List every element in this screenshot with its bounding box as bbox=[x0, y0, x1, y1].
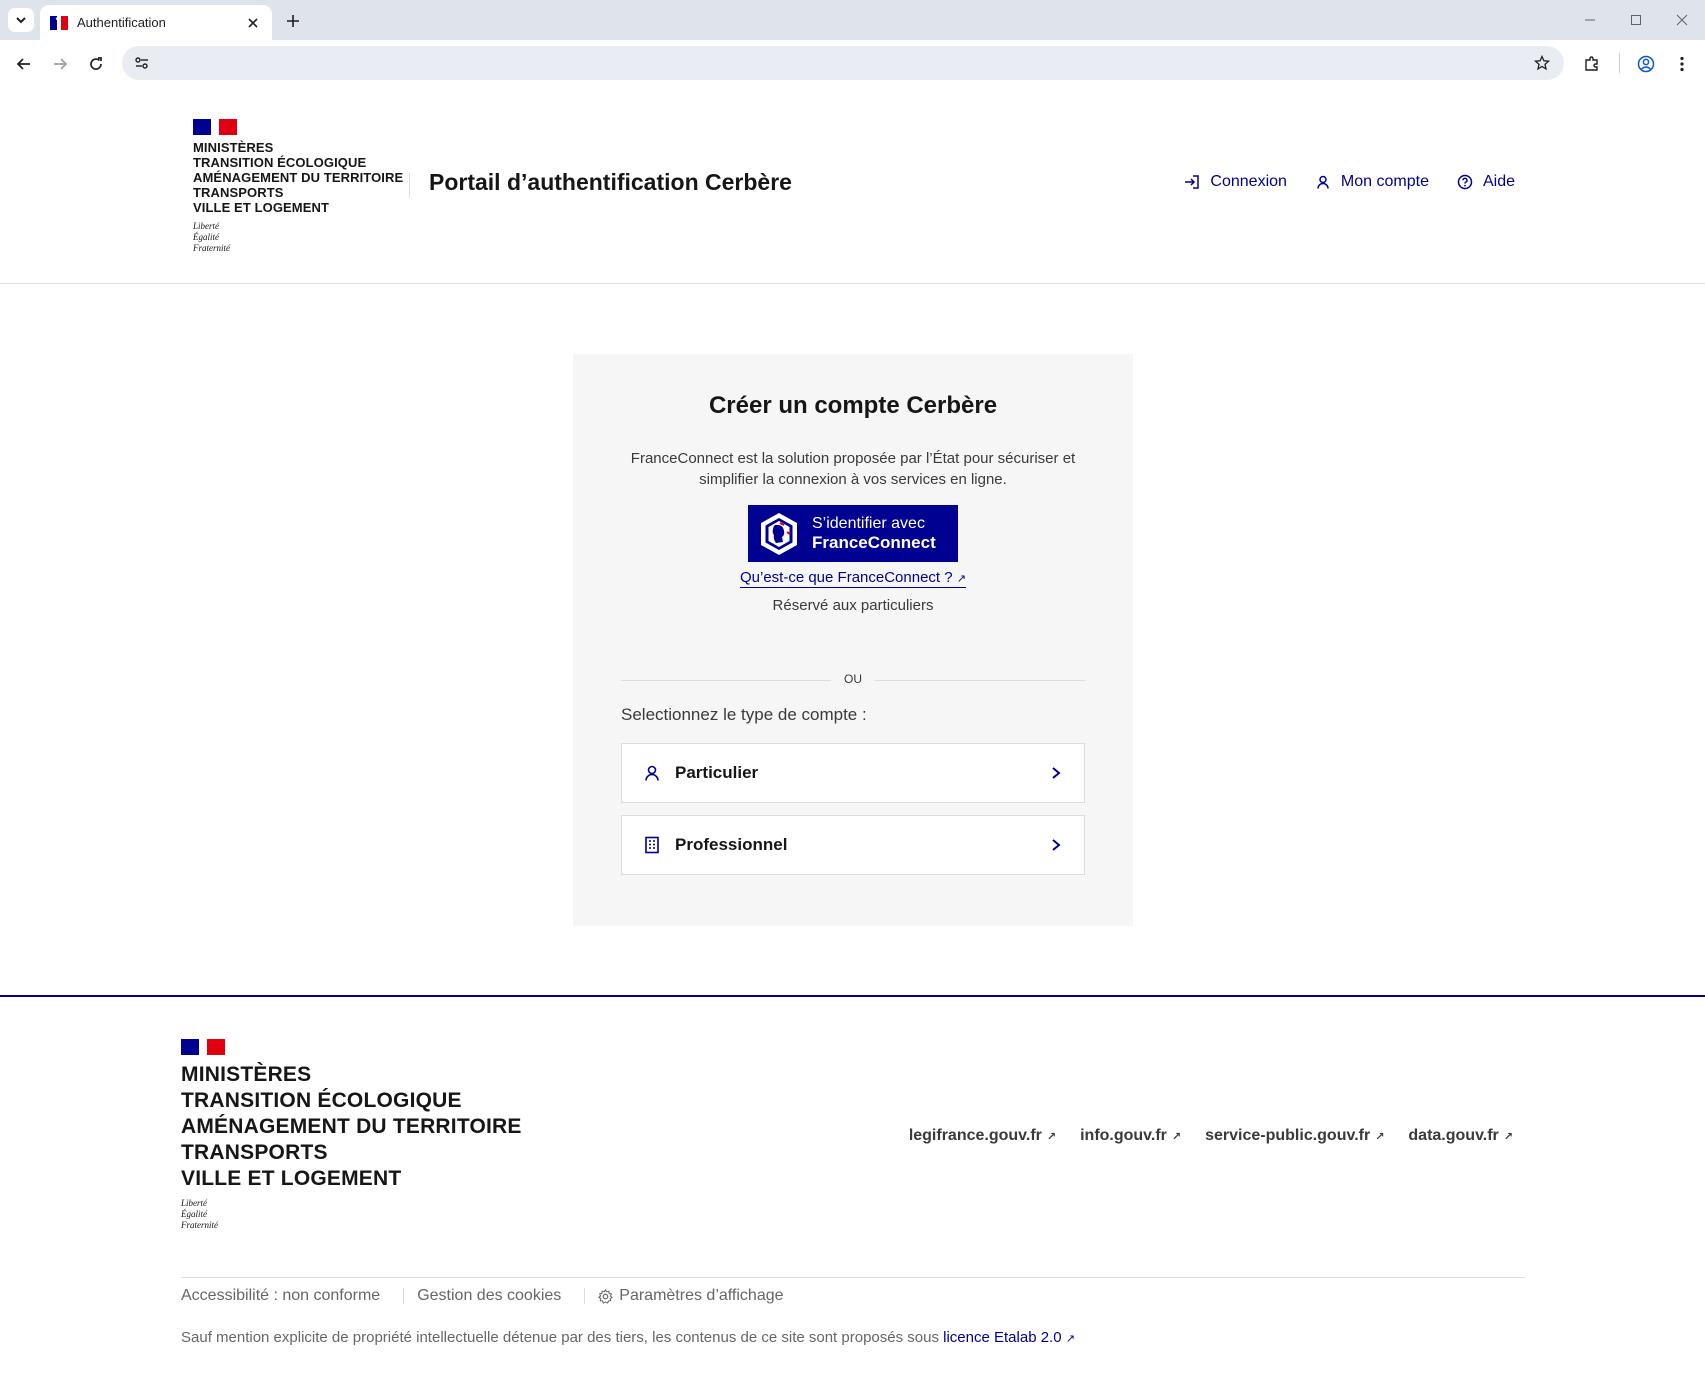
franceconnect-logo-icon bbox=[761, 512, 797, 555]
footer-institutional-links: legifrance.gouv.fr ↗ info.gouv.fr ↗ servic… bbox=[909, 1127, 1513, 1145]
footer-devise: Liberté Égalité Fraternité bbox=[181, 1198, 218, 1230]
arrow-right-icon bbox=[54, 58, 68, 70]
close-window-button[interactable] bbox=[1659, 0, 1705, 40]
aide-link[interactable]: Aide bbox=[1457, 173, 1515, 191]
maximize-button[interactable] bbox=[1613, 0, 1659, 40]
account-type-professionnel[interactable]: Professionnel bbox=[621, 815, 1085, 875]
footer-ministry-name: MINISTÈRES TRANSITION ÉCOLOGIQUE AMÉNAGE… bbox=[181, 1063, 522, 1190]
browser-tab-active[interactable]: Authentification bbox=[40, 5, 272, 40]
header-quick-links: Connexion Mon compte Aide bbox=[1184, 173, 1515, 191]
login-icon bbox=[1185, 175, 1200, 189]
external-link-icon: ↗ bbox=[1375, 1130, 1385, 1143]
url-input[interactable] bbox=[162, 53, 1502, 73]
header-brand-logo[interactable]: MINISTÈRES TRANSITION ÉCOLOGIQUE AMÉNAGE… bbox=[193, 119, 403, 254]
tab-title: Authentification bbox=[77, 15, 166, 30]
external-link-icon: ↗ bbox=[1046, 1130, 1057, 1143]
browser-menu-button[interactable] bbox=[1668, 50, 1696, 78]
external-link-icon: ↗ bbox=[1503, 1130, 1513, 1143]
what-is-franceconnect-link[interactable]: Qu’est-ce que FranceConnect ? ↗ bbox=[739, 569, 966, 588]
footer-bottom-separator bbox=[584, 1288, 586, 1304]
toolbar-separator bbox=[1619, 53, 1620, 73]
connexion-link[interactable]: Connexion bbox=[1184, 173, 1287, 191]
minimize-icon bbox=[1585, 19, 1595, 21]
profile-button[interactable] bbox=[1632, 50, 1660, 78]
reload-button[interactable] bbox=[82, 50, 110, 78]
more-vert-icon bbox=[1680, 56, 1684, 72]
cookies-link[interactable]: Gestion des cookies bbox=[417, 1287, 561, 1305]
close-tab-icon[interactable] bbox=[244, 14, 262, 32]
franceconnect-reserved-note: Réservé aux particuliers bbox=[772, 597, 934, 614]
service-public-link[interactable]: service-public.gouv.fr ↗ bbox=[1205, 1127, 1384, 1145]
user-icon bbox=[642, 763, 662, 783]
site-info-icon[interactable] bbox=[130, 51, 154, 75]
tab-search-button[interactable] bbox=[8, 8, 34, 32]
new-tab-button[interactable] bbox=[281, 9, 305, 33]
franceconnect-button-text: S’identifier avec FranceConnect bbox=[812, 515, 936, 552]
footer-bottom-separator bbox=[403, 1288, 405, 1304]
card-title: Créer un compte Cerbère bbox=[708, 392, 998, 419]
service-title[interactable]: Portail d’authentification Cerbère bbox=[429, 169, 792, 196]
accessibility-link[interactable]: Accessibilité : non conforme bbox=[181, 1287, 380, 1305]
data-gouv-link[interactable]: data.gouv.fr ↗ bbox=[1408, 1127, 1513, 1145]
footer-bottom-links: Accessibilité : non conforme Gestion des… bbox=[181, 1287, 784, 1305]
tab-strip: Authentification bbox=[0, 0, 1705, 40]
minimize-button[interactable] bbox=[1567, 0, 1613, 40]
mon-compte-link[interactable]: Mon compte bbox=[1315, 173, 1429, 191]
site-footer: MINISTÈRES TRANSITION ÉCOLOGIQUE AMÉNAGE… bbox=[0, 995, 1705, 1392]
etalab-license-link[interactable]: licence Etalab 2.0 ↗ bbox=[943, 1329, 1075, 1346]
account-type-label: Selectionnez le type de compte : bbox=[621, 705, 867, 724]
footer-bottom-separator bbox=[181, 1277, 1525, 1278]
user-icon bbox=[1317, 175, 1329, 189]
building-icon bbox=[642, 835, 662, 855]
footer-license: Sauf mention explicite de propriété inte… bbox=[181, 1329, 1075, 1346]
franceconnect-button[interactable]: S’identifier avec FranceConnect bbox=[748, 505, 958, 562]
header-separator bbox=[409, 172, 410, 198]
chevron-down-icon bbox=[16, 17, 26, 24]
display-settings-button[interactable]: Paramètres d’affichage bbox=[598, 1287, 784, 1305]
plus-icon bbox=[287, 15, 299, 27]
external-link-icon: ↗ bbox=[956, 573, 966, 585]
close-icon bbox=[1676, 14, 1688, 26]
forward-button[interactable] bbox=[46, 50, 74, 78]
header-devise: Liberté Égalité Fraternité bbox=[193, 221, 230, 253]
chevron-right-icon bbox=[1048, 765, 1064, 781]
create-account-card: Créer un compte Cerbère FranceConnect es… bbox=[573, 354, 1133, 926]
account-type-particulier[interactable]: Particulier bbox=[621, 743, 1085, 803]
extensions-button[interactable] bbox=[1578, 50, 1606, 78]
address-bar[interactable] bbox=[122, 46, 1564, 80]
marianne-flag-icon bbox=[193, 119, 237, 135]
marianne-favicon-icon bbox=[50, 15, 68, 30]
header-ministry-name: MINISTÈRES TRANSITION ÉCOLOGIQUE AMÉNAGE… bbox=[193, 140, 404, 215]
back-button[interactable] bbox=[10, 50, 38, 78]
bookmark-star-icon[interactable] bbox=[1530, 51, 1554, 75]
or-divider: OU bbox=[621, 672, 1085, 688]
account-circle-icon bbox=[1637, 55, 1655, 73]
franceconnect-info: Qu’est-ce que FranceConnect ? ↗ bbox=[573, 569, 1133, 588]
maximize-icon bbox=[1631, 15, 1641, 25]
legifrance-link[interactable]: legifrance.gouv.fr ↗ bbox=[909, 1127, 1056, 1145]
franceconnect-intro: FranceConnect est la solution proposée p… bbox=[630, 450, 1076, 488]
external-link-icon: ↗ bbox=[1065, 1333, 1075, 1345]
marianne-flag-icon bbox=[181, 1039, 225, 1055]
info-gouv-link[interactable]: info.gouv.fr ↗ bbox=[1080, 1127, 1181, 1145]
puzzle-icon bbox=[1585, 56, 1598, 71]
help-icon bbox=[1457, 174, 1473, 190]
external-link-icon: ↗ bbox=[1171, 1130, 1182, 1143]
arrow-left-icon bbox=[16, 58, 30, 70]
browser-chrome: Authentification bbox=[0, 0, 1705, 87]
chevron-right-icon bbox=[1048, 837, 1064, 853]
gear-icon bbox=[598, 1288, 614, 1304]
site-header: MINISTÈRES TRANSITION ÉCOLOGIQUE AMÉNAGE… bbox=[0, 87, 1705, 284]
browser-toolbar bbox=[0, 40, 1705, 87]
footer-brand-logo[interactable]: MINISTÈRES TRANSITION ÉCOLOGIQUE AMÉNAGE… bbox=[181, 1039, 522, 1231]
reload-icon bbox=[90, 57, 102, 70]
window-controls bbox=[1567, 0, 1705, 40]
